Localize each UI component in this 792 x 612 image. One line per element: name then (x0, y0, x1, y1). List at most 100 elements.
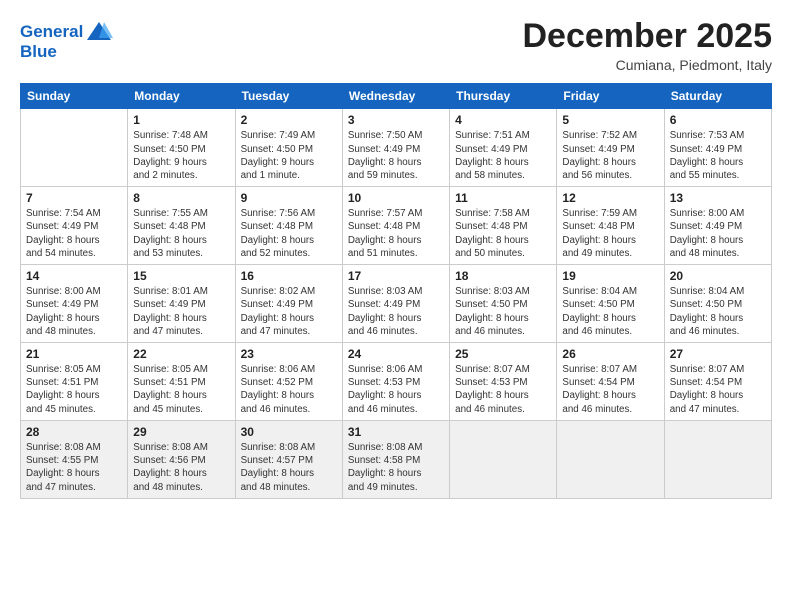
day-number: 13 (670, 191, 766, 205)
col-header-thursday: Thursday (450, 84, 557, 109)
day-info: Sunrise: 8:08 AM Sunset: 4:58 PM Dayligh… (348, 441, 444, 494)
day-number: 16 (241, 269, 337, 283)
day-number: 4 (455, 113, 551, 127)
day-cell: 30Sunrise: 8:08 AM Sunset: 4:57 PM Dayli… (235, 420, 342, 498)
day-cell: 20Sunrise: 8:04 AM Sunset: 4:50 PM Dayli… (664, 265, 771, 343)
day-cell: 26 Sunrise: 8:07 AM Sunset: 4:54 PM Dayli… (557, 343, 664, 421)
day-info: Sunrise: 7:58 AM Sunset: 4:48 PM Dayligh… (455, 207, 551, 260)
day-number: 20 (670, 269, 766, 283)
week-row-3: 14Sunrise: 8:00 AM Sunset: 4:49 PM Dayli… (21, 265, 772, 343)
day-cell: 5 Sunrise: 7:52 AM Sunset: 4:49 PM Daylig… (557, 109, 664, 187)
day-cell: 28 Sunrise: 8:08 AM Sunset: 4:55 PM Dayli… (21, 420, 128, 498)
day-cell (21, 109, 128, 187)
day-info: Sunrise: 8:02 AM Sunset: 4:49 PM Dayligh… (241, 285, 337, 338)
day-number: 11 (455, 191, 551, 205)
day-info: Sunrise: 8:07 AM Sunset: 4:54 PM Dayligh… (562, 363, 658, 416)
day-cell: 23Sunrise: 8:06 AM Sunset: 4:52 PM Dayli… (235, 343, 342, 421)
day-number: 1 (133, 113, 229, 127)
day-info: Sunrise: 7:57 AM Sunset: 4:48 PM Dayligh… (348, 207, 444, 260)
day-info: Sunrise: 8:05 AM Sunset: 4:51 PM Dayligh… (26, 363, 122, 416)
logo-text-general: General (20, 22, 83, 42)
day-info: Sunrise: 7:54 AM Sunset: 4:49 PM Dayligh… (26, 207, 122, 260)
day-info: Sunrise: 7:50 AM Sunset: 4:49 PM Dayligh… (348, 129, 444, 182)
day-info: Sunrise: 8:07 AM Sunset: 4:54 PM Dayligh… (670, 363, 766, 416)
day-cell: 24 Sunrise: 8:06 AM Sunset: 4:53 PM Dayli… (342, 343, 449, 421)
col-header-saturday: Saturday (664, 84, 771, 109)
week-row-4: 21 Sunrise: 8:05 AM Sunset: 4:51 PM Dayli… (21, 343, 772, 421)
day-number: 17 (348, 269, 444, 283)
day-info: Sunrise: 7:59 AM Sunset: 4:48 PM Dayligh… (562, 207, 658, 260)
day-info: Sunrise: 7:51 AM Sunset: 4:49 PM Dayligh… (455, 129, 551, 182)
day-number: 28 (26, 425, 122, 439)
header: General Blue December 2025 Cumiana, Pied… (20, 18, 772, 73)
page: General Blue December 2025 Cumiana, Pied… (0, 0, 792, 612)
day-number: 21 (26, 347, 122, 361)
day-number: 31 (348, 425, 444, 439)
day-info: Sunrise: 7:48 AM Sunset: 4:50 PM Dayligh… (133, 129, 229, 182)
day-cell: 31 Sunrise: 8:08 AM Sunset: 4:58 PM Dayli… (342, 420, 449, 498)
day-cell: 2Sunrise: 7:49 AM Sunset: 4:50 PM Daylig… (235, 109, 342, 187)
title-block: December 2025 Cumiana, Piedmont, Italy (522, 18, 772, 73)
logo-text-blue: Blue (20, 42, 57, 62)
day-cell: 8Sunrise: 7:55 AM Sunset: 4:48 PM Daylig… (128, 187, 235, 265)
day-info: Sunrise: 7:53 AM Sunset: 4:49 PM Dayligh… (670, 129, 766, 182)
day-cell: 15 Sunrise: 8:01 AM Sunset: 4:49 PM Dayli… (128, 265, 235, 343)
day-info: Sunrise: 8:06 AM Sunset: 4:53 PM Dayligh… (348, 363, 444, 416)
day-number: 5 (562, 113, 658, 127)
day-number: 25 (455, 347, 551, 361)
month-title: December 2025 (522, 18, 772, 55)
day-number: 24 (348, 347, 444, 361)
day-cell: 27 Sunrise: 8:07 AM Sunset: 4:54 PM Dayli… (664, 343, 771, 421)
day-number: 2 (241, 113, 337, 127)
day-number: 19 (562, 269, 658, 283)
day-info: Sunrise: 8:01 AM Sunset: 4:49 PM Dayligh… (133, 285, 229, 338)
day-cell: 12 Sunrise: 7:59 AM Sunset: 4:48 PM Dayli… (557, 187, 664, 265)
col-header-monday: Monday (128, 84, 235, 109)
day-cell: 7 Sunrise: 7:54 AM Sunset: 4:49 PM Daylig… (21, 187, 128, 265)
day-cell: 14Sunrise: 8:00 AM Sunset: 4:49 PM Dayli… (21, 265, 128, 343)
week-row-2: 7 Sunrise: 7:54 AM Sunset: 4:49 PM Daylig… (21, 187, 772, 265)
day-number: 30 (241, 425, 337, 439)
day-cell: 13 Sunrise: 8:00 AM Sunset: 4:49 PM Dayli… (664, 187, 771, 265)
day-cell: 25Sunrise: 8:07 AM Sunset: 4:53 PM Dayli… (450, 343, 557, 421)
day-cell: 16 Sunrise: 8:02 AM Sunset: 4:49 PM Dayli… (235, 265, 342, 343)
day-cell: 10Sunrise: 7:57 AM Sunset: 4:48 PM Dayli… (342, 187, 449, 265)
day-info: Sunrise: 8:08 AM Sunset: 4:55 PM Dayligh… (26, 441, 122, 494)
day-cell: 29 Sunrise: 8:08 AM Sunset: 4:56 PM Dayli… (128, 420, 235, 498)
week-row-1: 1 Sunrise: 7:48 AM Sunset: 4:50 PM Daylig… (21, 109, 772, 187)
day-cell: 9 Sunrise: 7:56 AM Sunset: 4:48 PM Daylig… (235, 187, 342, 265)
day-info: Sunrise: 8:05 AM Sunset: 4:51 PM Dayligh… (133, 363, 229, 416)
day-number: 3 (348, 113, 444, 127)
day-number: 26 (562, 347, 658, 361)
day-number: 6 (670, 113, 766, 127)
day-cell: 19 Sunrise: 8:04 AM Sunset: 4:50 PM Dayli… (557, 265, 664, 343)
day-number: 18 (455, 269, 551, 283)
day-cell: 11 Sunrise: 7:58 AM Sunset: 4:48 PM Dayli… (450, 187, 557, 265)
col-header-wednesday: Wednesday (342, 84, 449, 109)
calendar-header-row: SundayMondayTuesdayWednesdayThursdayFrid… (21, 84, 772, 109)
day-cell: 22 Sunrise: 8:05 AM Sunset: 4:51 PM Dayli… (128, 343, 235, 421)
day-number: 9 (241, 191, 337, 205)
day-cell (557, 420, 664, 498)
day-number: 7 (26, 191, 122, 205)
day-cell: 4 Sunrise: 7:51 AM Sunset: 4:49 PM Daylig… (450, 109, 557, 187)
logo-icon (85, 18, 113, 46)
day-info: Sunrise: 8:00 AM Sunset: 4:49 PM Dayligh… (670, 207, 766, 260)
day-cell: 18Sunrise: 8:03 AM Sunset: 4:50 PM Dayli… (450, 265, 557, 343)
day-number: 12 (562, 191, 658, 205)
day-info: Sunrise: 8:04 AM Sunset: 4:50 PM Dayligh… (562, 285, 658, 338)
day-cell: 21 Sunrise: 8:05 AM Sunset: 4:51 PM Dayli… (21, 343, 128, 421)
day-number: 14 (26, 269, 122, 283)
day-info: Sunrise: 8:03 AM Sunset: 4:49 PM Dayligh… (348, 285, 444, 338)
day-info: Sunrise: 7:52 AM Sunset: 4:49 PM Dayligh… (562, 129, 658, 182)
day-number: 8 (133, 191, 229, 205)
day-info: Sunrise: 7:56 AM Sunset: 4:48 PM Dayligh… (241, 207, 337, 260)
day-number: 22 (133, 347, 229, 361)
day-number: 15 (133, 269, 229, 283)
day-number: 27 (670, 347, 766, 361)
col-header-friday: Friday (557, 84, 664, 109)
day-info: Sunrise: 8:08 AM Sunset: 4:56 PM Dayligh… (133, 441, 229, 494)
col-header-sunday: Sunday (21, 84, 128, 109)
day-number: 29 (133, 425, 229, 439)
week-row-5: 28 Sunrise: 8:08 AM Sunset: 4:55 PM Dayli… (21, 420, 772, 498)
